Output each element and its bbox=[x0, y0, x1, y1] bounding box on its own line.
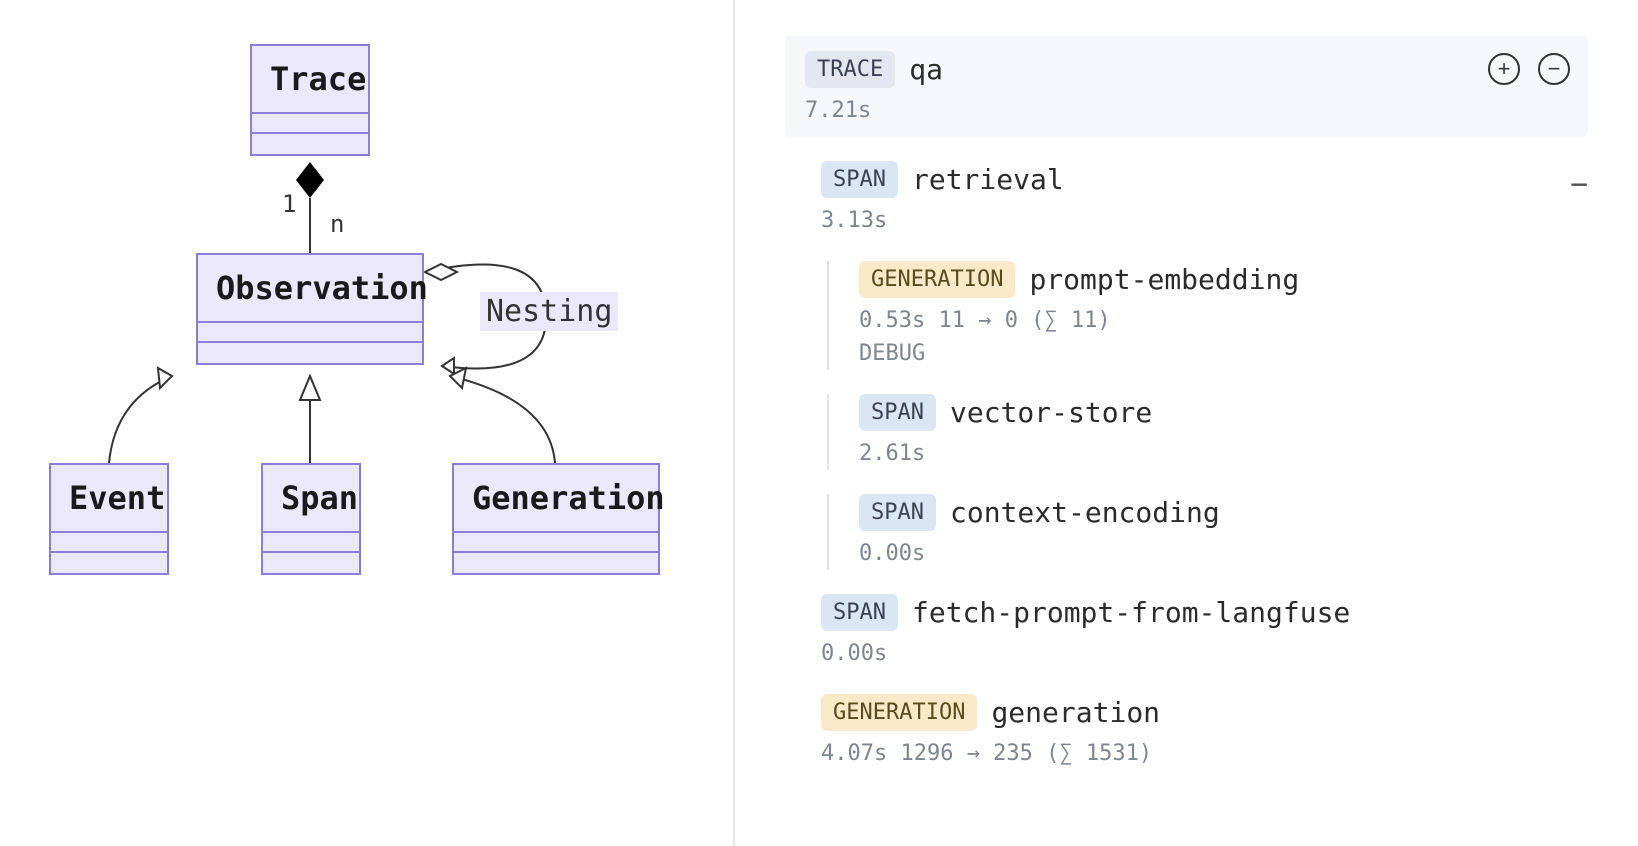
trace-node[interactable]: GENERATION prompt-embedding 0.53s 11 → 0 (… bbox=[827, 261, 1588, 370]
uml-class-title: Observation bbox=[198, 255, 422, 323]
uml-class-title: Trace bbox=[252, 46, 368, 114]
collapse-toggle[interactable]: − bbox=[1570, 167, 1588, 202]
node-name: prompt-embedding bbox=[1029, 263, 1299, 296]
node-meta: 0.53s 11 → 0 (∑ 11) bbox=[859, 308, 1588, 333]
span-badge: SPAN bbox=[821, 594, 898, 631]
trace-root[interactable]: TRACE qa 7.21s + − bbox=[785, 35, 1588, 137]
generation-badge: GENERATION bbox=[821, 694, 977, 731]
node-name: fetch-prompt-from-langfuse bbox=[912, 596, 1350, 629]
span-badge: SPAN bbox=[859, 494, 936, 531]
node-name: vector-store bbox=[950, 396, 1152, 429]
uml-class-title: Generation bbox=[454, 465, 658, 533]
node-name: retrieval bbox=[912, 163, 1064, 196]
minus-icon: − bbox=[1548, 58, 1561, 80]
uml-class-trace: Trace bbox=[250, 44, 370, 156]
trace-badge: TRACE bbox=[805, 51, 895, 88]
cardinality-one: 1 bbox=[282, 190, 296, 218]
uml-class-observation: Observation bbox=[196, 253, 424, 365]
trace-node[interactable]: SPAN vector-store 2.61s bbox=[827, 394, 1588, 470]
node-name: context-encoding bbox=[950, 496, 1220, 529]
span-badge: SPAN bbox=[859, 394, 936, 431]
node-meta: 3.13s bbox=[821, 208, 1588, 233]
node-meta: 0.00s bbox=[821, 641, 1588, 666]
trace-duration: 7.21s bbox=[805, 98, 1568, 123]
uml-class-title: Event bbox=[51, 465, 167, 533]
trace-node[interactable]: GENERATION generation 4.07s 1296 → 235 (∑ … bbox=[791, 694, 1588, 770]
trace-panel: TRACE qa 7.21s + − − SPAN retrieval 3.13s GE… bbox=[735, 0, 1638, 846]
node-name: generation bbox=[991, 696, 1160, 729]
trace-node[interactable]: − SPAN retrieval 3.13s GENERATION prompt-embe… bbox=[791, 161, 1588, 570]
span-badge: SPAN bbox=[821, 161, 898, 198]
trace-node[interactable]: SPAN context-encoding 0.00s bbox=[827, 494, 1588, 570]
generation-badge: GENERATION bbox=[859, 261, 1015, 298]
cardinality-many: n bbox=[330, 210, 344, 238]
plus-icon: + bbox=[1498, 58, 1511, 80]
collapse-all-button[interactable]: − bbox=[1538, 53, 1570, 85]
node-meta: 2.61s bbox=[859, 441, 1588, 466]
trace-name: qa bbox=[909, 53, 943, 86]
nesting-label: Nesting bbox=[480, 292, 618, 331]
node-meta: 0.00s bbox=[859, 541, 1588, 566]
uml-class-title: Span bbox=[263, 465, 359, 533]
uml-class-span: Span bbox=[261, 463, 361, 575]
node-extra: DEBUG bbox=[859, 341, 1588, 366]
diagram-panel: Trace 1 n Observation Nesting Event Span… bbox=[0, 0, 735, 846]
trace-node[interactable]: SPAN fetch-prompt-from-langfuse 0.00s bbox=[791, 594, 1588, 670]
node-meta: 4.07s 1296 → 235 (∑ 1531) bbox=[821, 741, 1588, 766]
uml-class-event: Event bbox=[49, 463, 169, 575]
expand-all-button[interactable]: + bbox=[1488, 53, 1520, 85]
uml-class-generation: Generation bbox=[452, 463, 660, 575]
